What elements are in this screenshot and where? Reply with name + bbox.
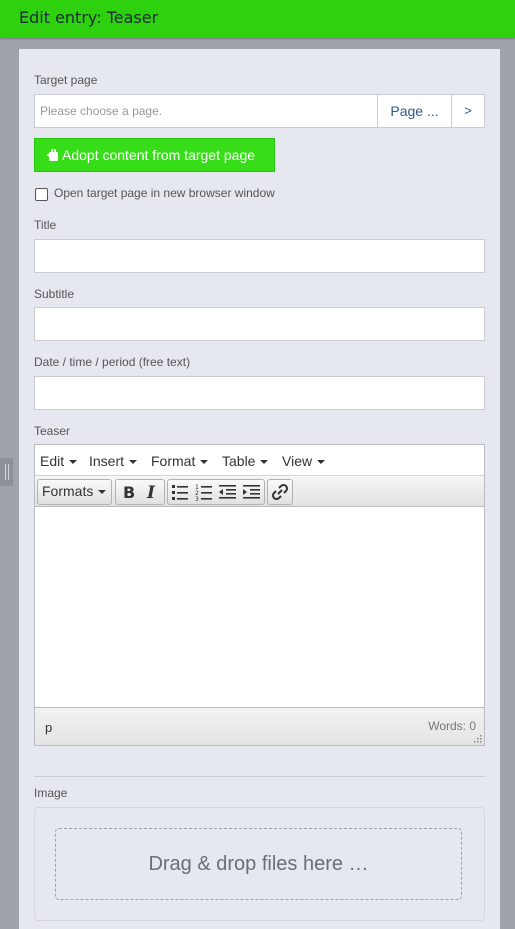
italic-icon[interactable]: I: [140, 480, 164, 504]
word-count: Words: 0: [428, 719, 476, 733]
date-label: Date / time / period (free text): [34, 355, 191, 369]
menu-table[interactable]: Table: [222, 453, 269, 469]
bullet-list-icon[interactable]: [168, 480, 192, 504]
list-button-group: 1 2 3: [167, 479, 265, 505]
grip-icon: [5, 464, 9, 480]
formats-label: Formats: [42, 483, 94, 499]
link-button-group: [267, 479, 293, 505]
caret-down-icon: [260, 460, 269, 465]
caret-down-icon: [317, 460, 326, 465]
adopt-button-label: Adopt content from target page: [62, 147, 256, 163]
adopt-content-button[interactable]: Adopt content from target page: [34, 138, 275, 172]
menu-view-label: View: [282, 453, 313, 469]
page-title: Edit entry: Teaser: [19, 8, 159, 27]
next-page-button[interactable]: >: [451, 94, 485, 128]
choose-page-button[interactable]: Page ...: [377, 94, 452, 128]
outdent-icon[interactable]: [216, 480, 240, 504]
adopt-icon: [46, 139, 62, 171]
file-dropzone[interactable]: Drag & drop files here …: [55, 828, 462, 900]
subtitle-label: Subtitle: [34, 287, 75, 301]
open-new-window-label[interactable]: Open target page in new browser window: [54, 186, 275, 200]
title-input[interactable]: [34, 239, 485, 273]
sidebar-drag-handle[interactable]: [0, 458, 13, 486]
menu-view[interactable]: View: [282, 453, 326, 469]
svg-text:B: B: [123, 483, 135, 502]
menu-edit-label: Edit: [40, 453, 65, 469]
subtitle-input[interactable]: [34, 307, 485, 341]
resize-handle-icon[interactable]: [473, 734, 482, 743]
image-upload-area: Drag & drop files here …: [34, 807, 485, 921]
editor-toolbar: Formats B I 1 2 3: [35, 476, 484, 507]
formats-dropdown[interactable]: Formats: [37, 479, 112, 505]
title-label: Title: [34, 218, 57, 232]
target-page-label: Target page: [34, 73, 98, 87]
menu-insert-label: Insert: [89, 453, 125, 469]
menu-insert[interactable]: Insert: [89, 453, 138, 469]
caret-down-icon: [200, 460, 209, 465]
numbered-list-icon[interactable]: 1 2 3: [192, 480, 216, 504]
editor-content-area[interactable]: [35, 507, 484, 707]
bold-icon[interactable]: B: [116, 480, 140, 504]
header-bar: Edit entry: Teaser: [0, 0, 515, 38]
image-label: Image: [34, 786, 68, 800]
teaser-label: Teaser: [34, 424, 71, 438]
target-page-input[interactable]: Please choose a page.: [34, 94, 378, 128]
menu-format-label: Format: [151, 453, 196, 469]
editor-menubar: Edit Insert Format Table View: [35, 445, 484, 476]
format-button-group: B I: [115, 479, 165, 505]
date-input[interactable]: [34, 376, 485, 410]
caret-down-icon: [98, 490, 107, 495]
formats-dropdown-label: Formats: [42, 483, 107, 499]
link-icon[interactable]: [268, 480, 292, 504]
svg-text:3: 3: [195, 496, 199, 503]
element-path[interactable]: p: [45, 720, 52, 735]
caret-down-icon: [129, 460, 138, 465]
svg-text:I: I: [146, 483, 156, 503]
section-divider: [34, 776, 485, 777]
editor-statusbar: p Words: 0: [35, 707, 484, 745]
open-new-window-checkbox[interactable]: [35, 188, 48, 201]
menu-format[interactable]: Format: [151, 453, 209, 469]
caret-down-icon: [69, 460, 78, 465]
indent-icon[interactable]: [240, 480, 264, 504]
menu-table-label: Table: [222, 453, 256, 469]
teaser-editor: Edit Insert Format Table View Formats B …: [34, 444, 485, 746]
menu-edit[interactable]: Edit: [40, 453, 78, 469]
